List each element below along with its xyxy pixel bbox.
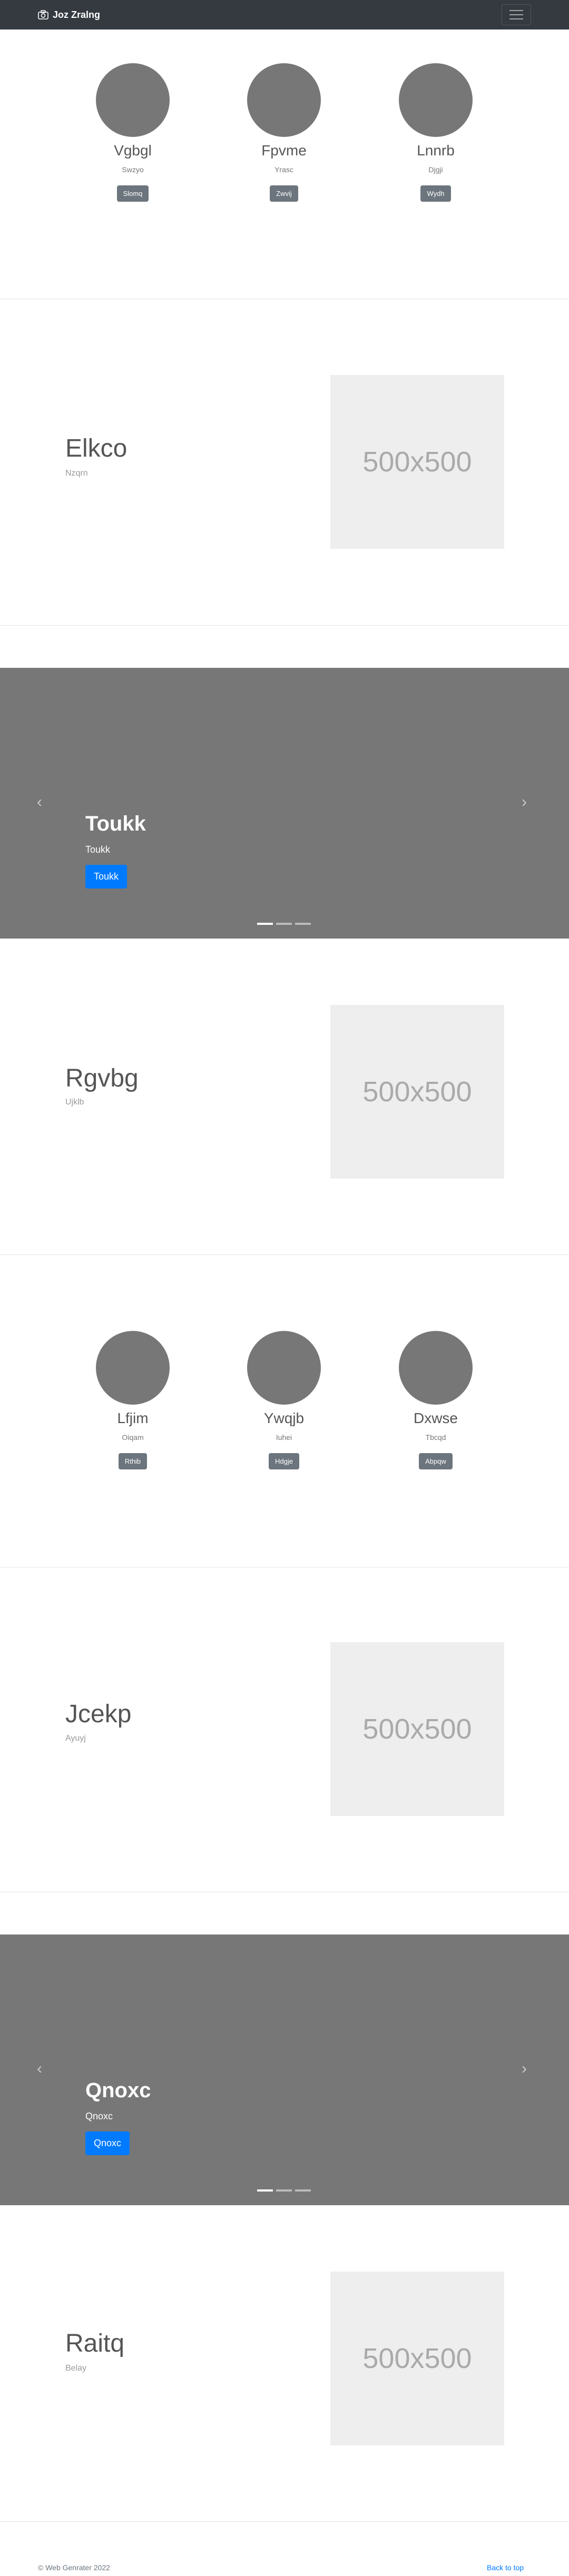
carousel-indicators	[257, 2189, 311, 2192]
team-member: Fpvme Yrasc Zwvij	[231, 63, 337, 202]
carousel: ‹ › Toukk Toukk Toukk	[0, 668, 569, 939]
feature-title: Elkco	[65, 435, 127, 462]
feature-subtitle: Ayuyj	[65, 1734, 86, 1743]
carousel-next-icon[interactable]: ›	[522, 794, 527, 810]
member-button[interactable]: Wydh	[420, 185, 451, 202]
feature-title: Rgvbg	[65, 1064, 139, 1092]
placeholder-image: 500x500	[330, 1642, 504, 1816]
member-button[interactable]: Abpqw	[419, 1453, 453, 1469]
footer-copyright: © Web Genrater 2022	[38, 2563, 110, 2572]
avatar	[96, 1331, 170, 1405]
member-name: Fpvme	[261, 142, 307, 159]
camera-icon	[38, 10, 48, 19]
placeholder-image: 500x500	[330, 375, 504, 549]
navbar: Joz Zralng	[0, 0, 569, 29]
member-subtitle: Tbcqd	[425, 1433, 446, 1442]
team-member: Dxwse Tbcqd Abpqw	[383, 1331, 488, 1469]
member-name: Vgbgl	[114, 142, 152, 159]
carousel-prev-icon[interactable]: ‹	[37, 2061, 42, 2077]
carousel-caption-subtitle: Qnoxc	[85, 2111, 113, 2121]
carousel-indicator[interactable]	[295, 2189, 311, 2192]
member-button[interactable]: Rthib	[118, 1453, 148, 1469]
carousel-caption-title: Toukk	[85, 812, 146, 835]
member-name: Lnnrb	[417, 142, 455, 159]
member-name: Dxwse	[413, 1410, 458, 1426]
team-member: Lnnrb Djgji Wydh	[383, 63, 488, 202]
member-name: Ywqjb	[263, 1410, 305, 1426]
member-button[interactable]: Zwvij	[270, 185, 298, 202]
feature-subtitle: Ujklb	[65, 1098, 84, 1107]
feature-subtitle: Nzqrn	[65, 469, 88, 478]
carousel-caption-title: Qnoxc	[85, 2079, 151, 2102]
team-member: Ywqjb Iuhei Hdgje	[231, 1331, 337, 1469]
avatar	[399, 1331, 473, 1405]
carousel-caption-button[interactable]: Qnoxc	[85, 2131, 130, 2155]
feature-title: Jcekp	[65, 1700, 132, 1728]
feature-subtitle: Belay	[65, 2364, 87, 2373]
carousel: ‹ › Qnoxc Qnoxc Qnoxc	[0, 1935, 569, 2205]
carousel-indicator[interactable]	[295, 923, 311, 925]
carousel-caption-subtitle: Toukk	[85, 844, 111, 855]
member-name: Lfjim	[117, 1410, 149, 1426]
navbar-toggler-button[interactable]	[502, 4, 531, 25]
carousel-indicator[interactable]	[276, 923, 292, 925]
avatar	[96, 63, 170, 137]
carousel-prev-icon[interactable]: ‹	[37, 794, 42, 810]
member-subtitle: Yrasc	[274, 165, 293, 174]
member-subtitle: Swzyo	[122, 165, 144, 174]
carousel-next-icon[interactable]: ›	[522, 2061, 527, 2077]
member-subtitle: Oiqam	[122, 1433, 144, 1442]
team-member: Lfjim Oiqam Rthib	[80, 1331, 185, 1469]
brand[interactable]: Joz Zralng	[38, 0, 100, 29]
member-subtitle: Djgji	[428, 165, 443, 174]
divider	[0, 625, 569, 626]
brand-label: Joz Zralng	[53, 9, 101, 20]
feature-title: Raitq	[65, 2330, 125, 2357]
avatar	[399, 63, 473, 137]
avatar	[247, 1331, 321, 1405]
member-subtitle: Iuhei	[276, 1433, 292, 1442]
placeholder-image: 500x500	[330, 2272, 504, 2445]
carousel-indicator[interactable]	[257, 2189, 273, 2192]
back-to-top-link[interactable]: Back to top	[487, 2563, 524, 2572]
member-button[interactable]: Hdgje	[269, 1453, 299, 1469]
avatar	[247, 63, 321, 137]
carousel-indicator[interactable]	[257, 923, 273, 925]
divider	[0, 2521, 569, 2522]
carousel-caption-button[interactable]: Toukk	[85, 865, 127, 889]
hamburger-icon	[509, 10, 523, 11]
member-button[interactable]: Slomq	[116, 185, 149, 202]
team-member: Vgbgl Swzyo Slomq	[80, 63, 185, 202]
carousel-indicators	[257, 923, 311, 925]
carousel-indicator[interactable]	[276, 2189, 292, 2192]
placeholder-image: 500x500	[330, 1005, 504, 1179]
